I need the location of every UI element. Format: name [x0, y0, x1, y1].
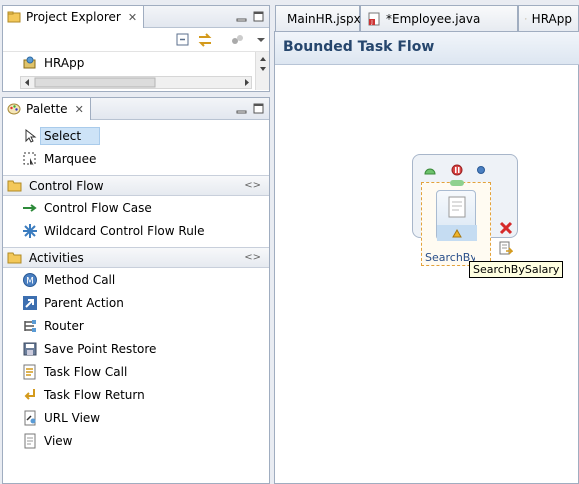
section-label: Activities: [29, 250, 84, 265]
view-icon: [24, 433, 36, 449]
item-label: Router: [44, 319, 84, 333]
tree-item-label: HRApp: [44, 56, 85, 70]
save-point-icon: [23, 342, 37, 356]
maximize-icon[interactable]: [253, 103, 264, 114]
palette-item-parent-action[interactable]: Parent Action: [22, 293, 124, 313]
application-icon: [23, 56, 36, 69]
open-folder-icon: [7, 180, 22, 191]
diagram-title: Bounded Task Flow: [275, 32, 579, 65]
view-menu-icon[interactable]: [253, 32, 269, 48]
tree-vertical-scrollbar[interactable]: [255, 52, 269, 90]
palette-item-task-flow-call[interactable]: Task Flow Call: [22, 362, 127, 382]
task-flow-file-icon: [525, 17, 527, 20]
palette-tool-marquee[interactable]: Marquee: [22, 149, 96, 169]
working-sets-icon[interactable]: [229, 32, 245, 48]
palette-tab[interactable]: Palette ✕: [3, 98, 91, 120]
tab-label: *Employee.java: [386, 11, 481, 26]
item-label: Wildcard Control Flow Rule: [44, 224, 205, 238]
project-explorer-view: Project Explorer ✕ HRApp: [2, 5, 270, 92]
arrow-pointer-icon: [25, 128, 37, 143]
edit-properties-icon[interactable]: [499, 241, 513, 257]
folder-icon: [7, 11, 21, 23]
green-arrow-icon: [23, 204, 37, 212]
item-label: Method Call: [44, 273, 116, 287]
collapse-all-icon[interactable]: [175, 32, 191, 48]
collapse-icon[interactable]: <>: [244, 180, 261, 191]
palette-item-method-call[interactable]: M Method Call: [22, 270, 115, 290]
close-icon[interactable]: ✕: [128, 11, 137, 24]
palette-view: Palette ✕ Select Marquee Control Flow <>…: [2, 97, 270, 484]
item-label: Parent Action: [44, 296, 124, 310]
project-tree: HRApp: [3, 52, 269, 90]
tool-label: Marquee: [44, 152, 97, 166]
task-flow-call-icon: [23, 364, 36, 380]
ide-window: Project Explorer ✕ HRApp Palette ✕ Selec…: [0, 0, 579, 484]
scroll-thumb-icon: [25, 77, 249, 88]
router-icon: [24, 320, 36, 332]
svg-text:J: J: [370, 20, 372, 26]
palette-tool-select[interactable]: Select: [22, 126, 101, 146]
palette-item-task-flow-return[interactable]: Task Flow Return: [22, 385, 145, 405]
open-folder-icon: [7, 252, 22, 263]
java-file-icon: J: [368, 12, 380, 26]
project-explorer-tab[interactable]: Project Explorer ✕: [3, 6, 145, 28]
palette-item-control-flow-case[interactable]: Control Flow Case: [22, 198, 152, 218]
link-with-editor-icon[interactable]: [197, 32, 213, 48]
item-label: Task Flow Call: [44, 365, 128, 379]
item-label: View: [44, 434, 73, 448]
close-icon[interactable]: ✕: [75, 103, 84, 116]
collapse-icon[interactable]: <>: [244, 252, 261, 263]
scroll-arrows-icon: [260, 57, 266, 71]
item-label: Task Flow Return: [44, 388, 145, 402]
task-flow-return-icon: [24, 389, 35, 400]
activity-node: [436, 190, 477, 241]
task-flow-editor[interactable]: Bounded Task Flow SearchBy SearchBySalar…: [274, 31, 579, 484]
palette-item-url-view[interactable]: URL View: [22, 408, 100, 428]
project-explorer-title: Project Explorer: [26, 10, 121, 24]
minimize-icon[interactable]: [236, 103, 247, 114]
view-activity-icon: [437, 196, 477, 241]
section-activities[interactable]: Activities <>: [3, 247, 269, 268]
palette-item-router[interactable]: Router: [22, 316, 84, 336]
section-control-flow[interactable]: Control Flow <>: [3, 175, 269, 196]
editor-tab-hrapp[interactable]: HRApp: [518, 5, 579, 31]
section-label: Control Flow: [29, 178, 104, 193]
editor-tab-mainhr[interactable]: MainHR.jspx: [275, 5, 361, 31]
editor-tab-employee[interactable]: J *Employee.java: [360, 5, 518, 31]
parent-action-icon: [23, 296, 37, 310]
maximize-icon[interactable]: [253, 11, 264, 22]
activity-tooltip: SearchBySalary: [469, 261, 564, 278]
palette-tabbar: Palette ✕: [3, 98, 269, 120]
activity-label: SearchByS: [425, 251, 475, 264]
tree-item-hrapp[interactable]: HRApp: [22, 53, 84, 73]
asterisk-icon: [23, 224, 37, 238]
palette-item-wildcard-rule[interactable]: Wildcard Control Flow Rule: [22, 221, 205, 241]
tab-label: MainHR.jspx: [287, 11, 361, 26]
svg-text:M: M: [26, 277, 34, 287]
palette-icon: [7, 103, 21, 115]
delete-icon[interactable]: [499, 221, 513, 235]
tool-label: Select: [40, 127, 101, 145]
item-label: Control Flow Case: [44, 201, 152, 215]
drag-handle-icon[interactable]: [450, 180, 464, 186]
minimize-icon[interactable]: [236, 11, 247, 22]
marquee-icon: [23, 152, 36, 166]
palette-title: Palette: [26, 102, 68, 116]
project-explorer-tabbar: Project Explorer ✕: [3, 6, 269, 28]
url-view-icon: [24, 410, 36, 426]
item-label: URL View: [44, 411, 101, 425]
project-explorer-toolbar: [3, 28, 269, 52]
palette-item-view[interactable]: View: [22, 431, 72, 451]
hover-toolbar-icons: [424, 164, 485, 176]
tab-label: HRApp: [531, 11, 572, 26]
palette-item-save-point-restore[interactable]: Save Point Restore: [22, 339, 156, 359]
tree-horizontal-scrollbar[interactable]: [20, 76, 252, 89]
method-call-icon: M: [23, 273, 37, 287]
item-label: Save Point Restore: [44, 342, 157, 356]
